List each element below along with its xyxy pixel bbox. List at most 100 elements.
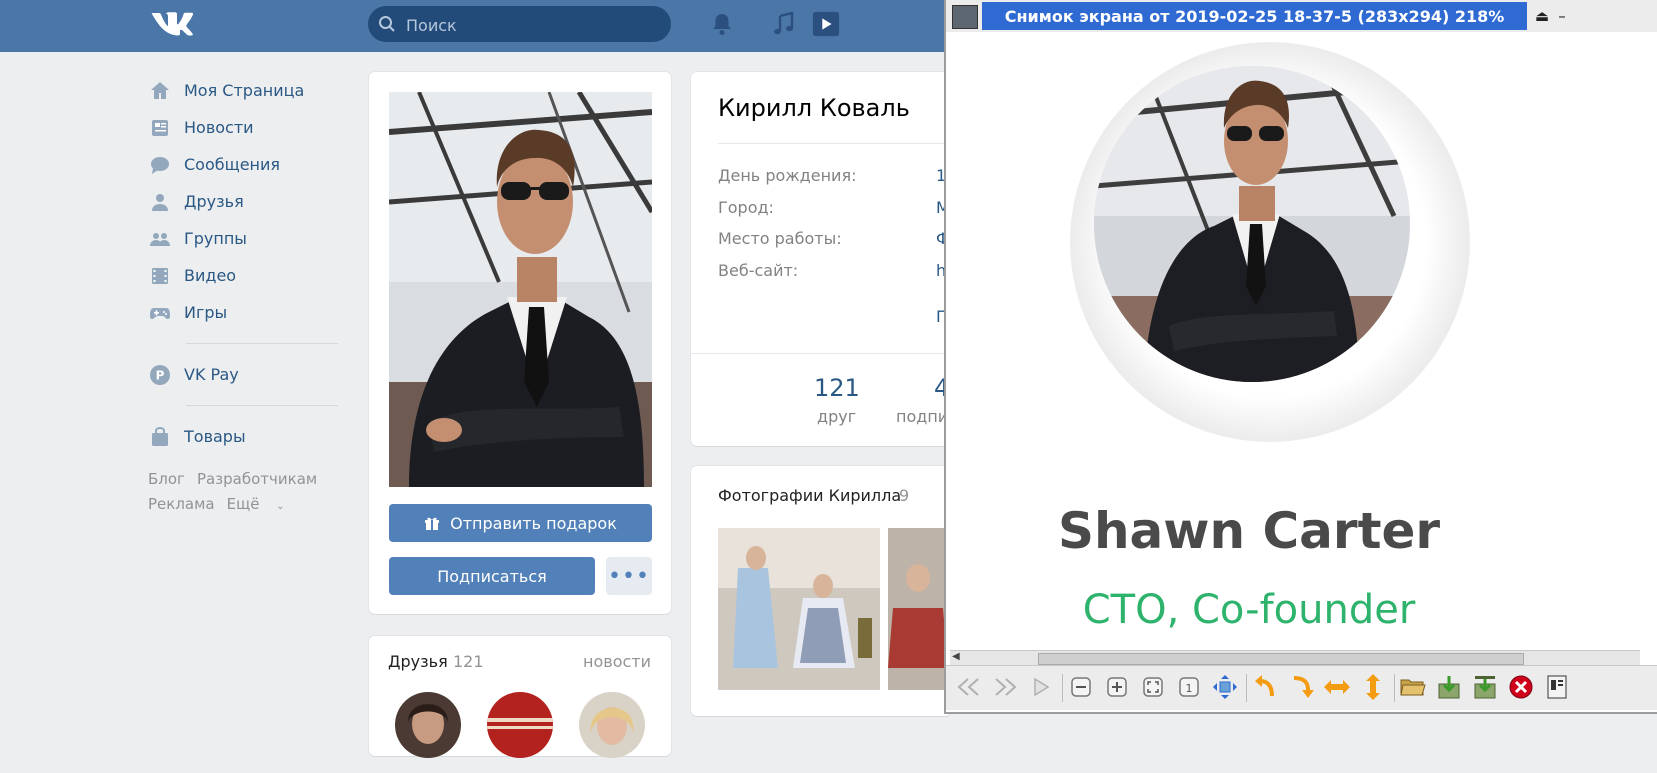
subscribe-label: Подписаться [437, 566, 547, 586]
rotate-left-icon[interactable] [1250, 672, 1280, 702]
sidebar-item-my-page[interactable]: Моя Страница [148, 72, 348, 109]
fit-to-window-icon[interactable] [1138, 672, 1168, 702]
sidebar-item-goods[interactable]: Товары [148, 418, 348, 455]
more-dots-label: ••• [608, 563, 650, 589]
more-actions-button[interactable]: ••• [606, 557, 652, 595]
profile-photo[interactable] [389, 92, 652, 487]
zoom-out-icon[interactable] [1066, 672, 1096, 702]
sidebar-item-news[interactable]: Новости [148, 109, 348, 146]
gamepad-icon [150, 307, 170, 319]
friends-block: Друзья 121 новости [369, 636, 671, 758]
scroll-left-icon[interactable]: ◀ [952, 651, 960, 662]
footer-link-blog[interactable]: Блог [148, 470, 185, 488]
flip-horizontal-icon[interactable] [1322, 672, 1352, 702]
photo-thumbnail[interactable] [718, 528, 880, 690]
horizontal-scrollbar[interactable]: ◀ [950, 650, 1640, 665]
home-icon [151, 81, 169, 99]
open-folder-icon[interactable] [1398, 672, 1428, 702]
search-input[interactable] [404, 6, 658, 44]
friend-avatar[interactable] [487, 692, 553, 758]
slideshow-play-icon[interactable] [1026, 672, 1056, 702]
divider [691, 353, 951, 354]
sidebar-item-label: Моя Страница [184, 81, 305, 100]
send-gift-label: Отправить подарок [450, 513, 617, 533]
actual-size-icon[interactable]: 1 [1174, 672, 1204, 702]
toolbar-separator [1394, 674, 1395, 702]
viewer-canvas: Shawn Carter CTO, Co-founder [946, 32, 1657, 648]
vk-logo[interactable] [150, 10, 194, 38]
sidebar-item-label: Игры [184, 303, 228, 322]
friend-avatar[interactable] [395, 692, 461, 758]
photos-title[interactable]: Фотографии Кирилла [718, 486, 901, 505]
zoom-in-icon[interactable] [1102, 672, 1132, 702]
profile-avatar-card: Отправить подарок Подписаться ••• [369, 72, 671, 614]
nav-divider [186, 343, 338, 344]
sidebar-item-label: Группы [184, 229, 247, 248]
save-as-icon[interactable] [1470, 672, 1500, 702]
close-icon[interactable] [1506, 672, 1536, 702]
info-label-work: Место работы: [718, 229, 842, 248]
friends-news-link[interactable]: новости [583, 652, 651, 671]
exif-info-icon[interactable] [1542, 672, 1572, 702]
sidebar-item-messages[interactable]: Сообщения [148, 146, 348, 183]
subscribe-button[interactable]: Подписаться [389, 557, 595, 595]
previous-image-icon[interactable] [954, 672, 984, 702]
nav-divider [186, 405, 338, 406]
image-viewer-window: Снимок экрана от 2019-02-25 18-37-5 (283… [944, 0, 1657, 714]
news-icon [152, 119, 168, 136]
eject-icon[interactable]: ⏏ [1532, 6, 1552, 26]
photos-block: Фотографии Кирилла 9 [691, 466, 951, 716]
friend-icon [152, 193, 168, 211]
toolbar-separator [1246, 674, 1247, 702]
sidebar-item-games[interactable]: Игры [148, 294, 348, 331]
photos-count: 9 [899, 486, 910, 505]
sidebar-item-friends[interactable]: Друзья [148, 183, 348, 220]
sidebar-item-groups[interactable]: Группы [148, 220, 348, 257]
search-box[interactable] [368, 6, 671, 44]
sidebar-item-video[interactable]: Видео [148, 257, 348, 294]
play-icon[interactable] [812, 10, 840, 38]
sidebar-item-label: VK Pay [184, 365, 239, 384]
footer-link-developers[interactable]: Разработчикам [197, 470, 317, 488]
sidebar-item-label: Новости [184, 118, 254, 137]
viewer-toolbar: 1 [946, 665, 1657, 710]
rotate-right-icon[interactable] [1286, 672, 1316, 702]
music-note-icon[interactable] [770, 10, 798, 38]
nav-footer: Блог Разработчикам Реклама Ещё ⌄ [148, 467, 348, 519]
stat-friends-label: друг [817, 407, 857, 426]
save-icon[interactable] [1434, 672, 1464, 702]
friends-title[interactable]: Друзья [388, 652, 448, 671]
profile-name: Кирилл Коваль [718, 94, 910, 122]
left-navigation: Моя Страница Новости Сообщения Друзья Гр… [148, 72, 348, 519]
sidebar-item-label: Товары [184, 427, 246, 446]
search-icon [379, 16, 395, 32]
info-label-city: Город: [718, 198, 774, 217]
footer-link-ads[interactable]: Реклама [148, 495, 215, 513]
footer-more-label: Ещё [226, 495, 260, 513]
scrollbar-thumb[interactable] [1038, 653, 1524, 665]
send-gift-button[interactable]: Отправить подарок [389, 504, 652, 542]
footer-link-more[interactable]: Ещё ⌄ [227, 495, 297, 513]
viewer-title: Снимок экрана от 2019-02-25 18-37-5 (283… [982, 2, 1527, 30]
bag-icon [152, 426, 168, 446]
flip-vertical-icon[interactable] [1358, 672, 1388, 702]
viewer-app-icon[interactable] [952, 5, 978, 29]
chevron-down-icon: ⌄ [276, 501, 285, 512]
vkpay-icon: P [150, 364, 170, 385]
toolbar-separator [1062, 674, 1063, 702]
divider [718, 143, 951, 144]
viewer-titlebar[interactable]: Снимок экрана от 2019-02-25 18-37-5 (283… [946, 0, 1657, 32]
sidebar-item-label: Видео [184, 266, 237, 285]
messages-icon [151, 156, 169, 174]
svg-text:P: P [156, 368, 165, 382]
bell-icon[interactable] [708, 10, 736, 38]
fullscreen-icon[interactable] [1210, 672, 1240, 702]
next-image-icon[interactable] [990, 672, 1020, 702]
friend-avatar[interactable] [579, 692, 645, 758]
photo-thumbnail[interactable] [888, 528, 951, 690]
viewer-avatar-image [1094, 66, 1410, 382]
minimize-button[interactable]: – [1552, 6, 1572, 26]
sidebar-item-vkpay[interactable]: P VK Pay [148, 356, 348, 393]
stat-friends-count[interactable]: 121 [814, 374, 860, 402]
info-label-website: Веб-сайт: [718, 261, 799, 280]
